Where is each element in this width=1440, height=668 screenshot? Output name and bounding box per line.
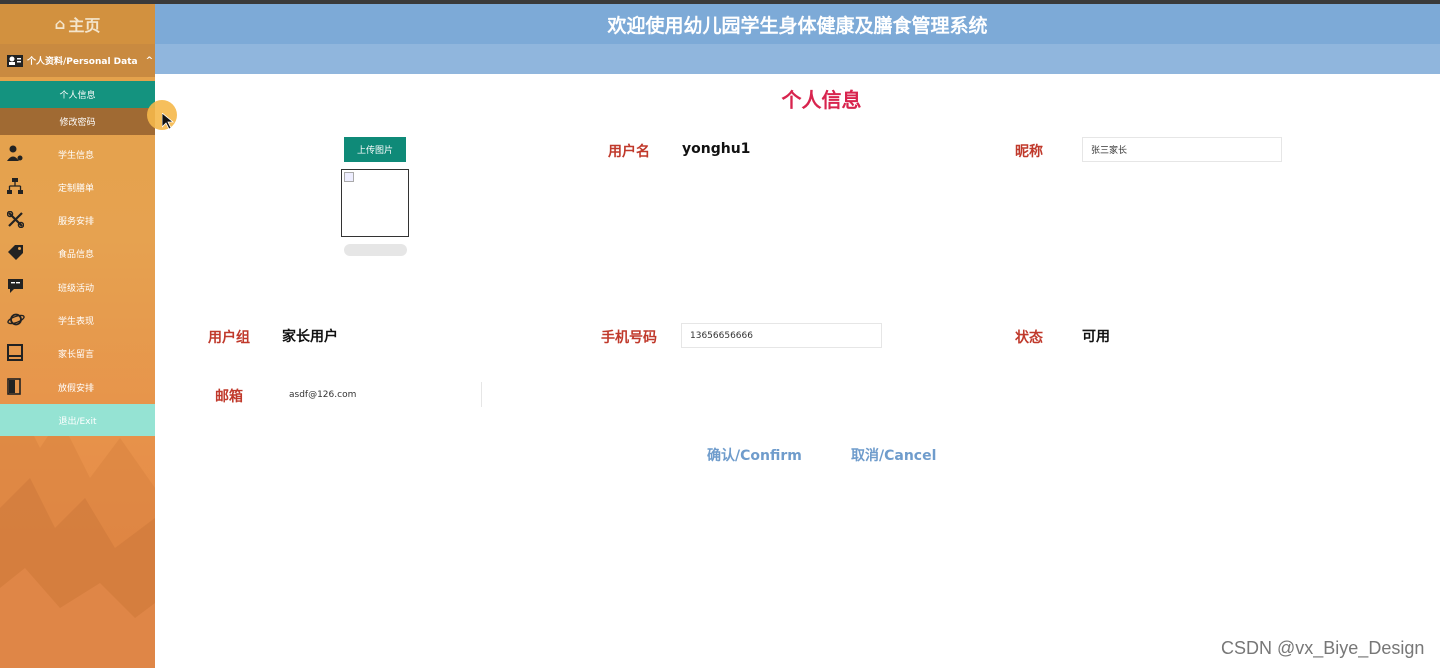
broken-image-icon: [344, 172, 354, 182]
sidebar-item-holidays[interactable]: 放假安排: [0, 370, 155, 403]
home-icon: ⌂: [54, 15, 66, 33]
id-card-icon: [7, 54, 23, 67]
sidebar-item-messages[interactable]: 家长留言: [0, 336, 155, 369]
nickname-field[interactable]: [1082, 137, 1282, 162]
nickname-label: 昵称: [1015, 144, 1043, 160]
exit-button[interactable]: 退出/Exit: [0, 404, 155, 436]
sidebar-item-students[interactable]: 学生信息: [0, 137, 155, 170]
chevron-up-icon: ^: [145, 55, 154, 66]
sitemap-icon: [7, 178, 23, 194]
email-label: 邮箱: [215, 389, 243, 405]
tools-icon: [7, 211, 24, 228]
book-icon: [7, 344, 23, 361]
status-value: 可用: [1082, 329, 1110, 345]
sidebar-item-change-password[interactable]: 修改密码: [0, 108, 155, 135]
sidebar-item-label: 定制膳单: [58, 184, 95, 194]
home-label: 主页: [68, 16, 101, 35]
phone-field[interactable]: [681, 323, 882, 348]
exit-label: 退出/Exit: [58, 416, 97, 427]
sidebar-item-label: 食品信息: [58, 250, 95, 260]
tag-icon: [8, 245, 23, 260]
sidebar-item-personal-info[interactable]: 个人信息: [0, 81, 155, 108]
upload-image-button[interactable]: 上传图片: [344, 137, 406, 162]
avatar-progress-bar: [344, 244, 407, 256]
app-title: 欢迎使用幼儿园学生身体健康及膳食管理系统: [607, 14, 988, 37]
mouse-cursor-icon: [162, 113, 174, 129]
sub-header-bar: [155, 44, 1440, 74]
phone-label: 手机号码: [601, 330, 657, 346]
user-gear-icon: [7, 145, 23, 161]
personal-data-section[interactable]: 个人资料/Personal Data ^: [0, 44, 155, 77]
sidebar-item-label: 学生表现: [58, 317, 95, 327]
sidebar-item-services[interactable]: 服务安排: [0, 203, 155, 236]
app-header: 欢迎使用幼儿园学生身体健康及膳食管理系统: [155, 4, 1440, 44]
sidebar-item-label: 班级活动: [58, 284, 95, 294]
sidebar-item-food[interactable]: 食品信息: [0, 236, 155, 269]
sidebar-item-label: 服务安排: [58, 217, 95, 227]
chat-icon: [8, 279, 23, 293]
planet-icon: [7, 313, 25, 326]
sidebar-item-label: 修改密码: [59, 118, 96, 128]
sidebar-item-performance[interactable]: 学生表现: [0, 303, 155, 336]
usergroup-label: 用户组: [208, 330, 250, 346]
sidebar-item-label: 家长留言: [58, 350, 95, 360]
avatar-image: [341, 169, 409, 237]
sidebar-item-label: 个人信息: [59, 91, 96, 101]
username-value: yonghu1: [682, 141, 751, 157]
door-icon: [7, 378, 21, 395]
sidebar: ⌂ 主页 个人资料/Personal Data ^ 个人信息 修改密码 学生信息…: [0, 4, 155, 668]
sidebar-item-menu[interactable]: 定制膳单: [0, 170, 155, 203]
section-label: 个人资料/Personal Data: [27, 57, 138, 67]
confirm-button[interactable]: 确认/Confirm: [707, 445, 802, 465]
watermark: CSDN @vx_Biye_Design: [1221, 638, 1425, 658]
usergroup-value: 家长用户: [282, 329, 338, 345]
cancel-button[interactable]: 取消/Cancel: [851, 445, 936, 465]
status-label: 状态: [1015, 330, 1043, 346]
page-title: 个人信息: [781, 88, 862, 112]
sidebar-item-label: 学生信息: [58, 151, 95, 161]
home-button[interactable]: ⌂ 主页: [0, 4, 155, 44]
sidebar-item-activities[interactable]: 班级活动: [0, 270, 155, 303]
username-label: 用户名: [608, 144, 650, 160]
email-field[interactable]: [281, 382, 482, 407]
sidebar-item-label: 放假安排: [58, 384, 95, 394]
